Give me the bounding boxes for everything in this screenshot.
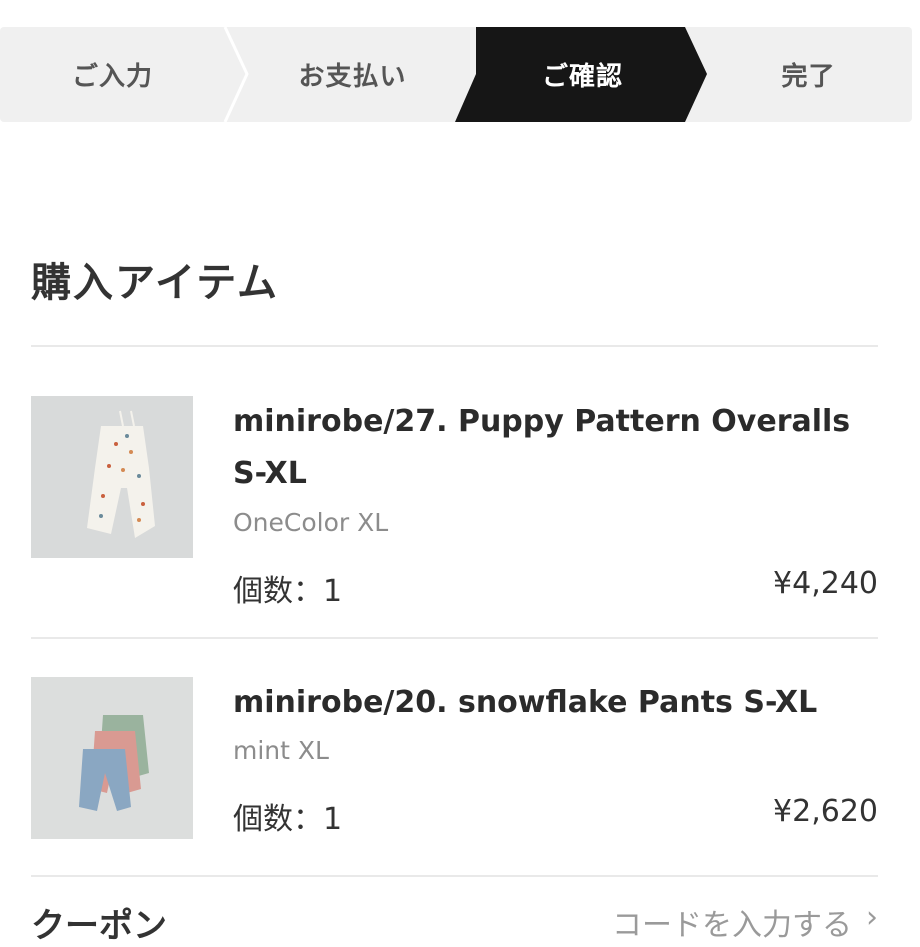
- step-input: ご入力: [71, 62, 153, 92]
- coupon-placeholder: コードを入力する: [612, 908, 852, 943]
- item-name: minirobe/20. snowflake Pants S-XL: [233, 685, 818, 720]
- item-variant: mint XL: [233, 736, 329, 765]
- pants-image: [31, 677, 193, 839]
- checkout-stepper: ご入力 お支払い ご確認 完了: [0, 27, 912, 122]
- step-payment: お支払い: [298, 62, 407, 92]
- step-confirm: ご確認: [541, 62, 623, 92]
- step-complete: 完了: [781, 62, 836, 92]
- coupon-label: クーポン: [31, 906, 167, 946]
- item-variant: OneColor XL: [233, 508, 389, 537]
- item-quantity: 個数：1: [233, 574, 343, 609]
- coupon-code-input[interactable]: コードを入力する ›: [612, 900, 878, 944]
- chevron-right-icon: ›: [866, 900, 878, 935]
- item-quantity: 個数：1: [233, 802, 343, 837]
- overalls-image: [31, 396, 193, 558]
- item-price: ¥2,620: [773, 794, 878, 829]
- product-thumbnail[interactable]: [31, 396, 193, 558]
- item-name: minirobe/27. Puppy Pattern Overalls S-XL: [233, 404, 851, 491]
- divider: [31, 345, 878, 347]
- divider: [31, 637, 878, 639]
- section-title: 購入アイテム: [31, 260, 279, 306]
- item-price: ¥4,240: [773, 566, 878, 601]
- product-thumbnail[interactable]: [31, 677, 193, 839]
- divider: [31, 875, 878, 877]
